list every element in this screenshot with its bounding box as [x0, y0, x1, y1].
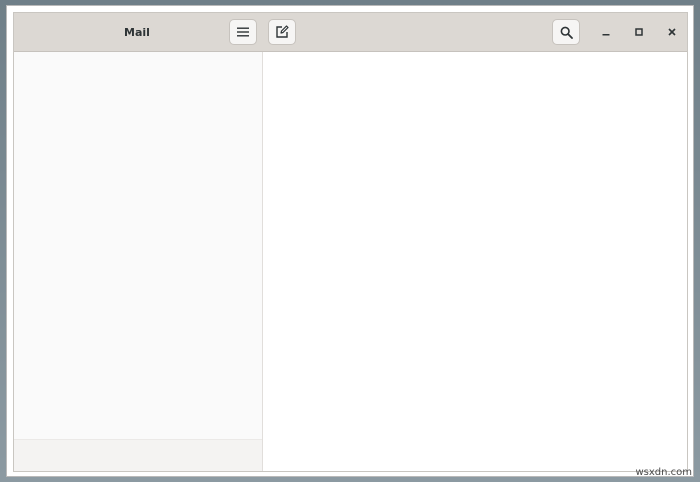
window-title: Mail: [124, 26, 150, 39]
search-button[interactable]: [552, 19, 580, 45]
folder-sidebar[interactable]: [14, 52, 263, 471]
hamburger-menu-icon: [236, 26, 250, 38]
sidebar-footer: [14, 439, 262, 471]
maximize-button[interactable]: [626, 19, 652, 45]
main-menu-button[interactable]: [229, 19, 257, 45]
headerbar: Mail: [14, 13, 687, 52]
close-icon: [667, 27, 677, 37]
compose-edit-icon: [275, 25, 289, 39]
close-button[interactable]: [659, 19, 685, 45]
minimize-button[interactable]: [593, 19, 619, 45]
compose-button[interactable]: [268, 19, 296, 45]
desktop-background: Mail wsxdn.com: [0, 0, 700, 482]
watermark-text: wsxdn.com: [635, 467, 692, 478]
maximize-icon: [634, 27, 644, 37]
mail-app-window: Mail: [13, 12, 688, 472]
search-icon: [560, 26, 573, 39]
conversation-list-pane[interactable]: [263, 52, 687, 471]
minimize-icon: [601, 27, 611, 37]
window-frame: Mail: [6, 5, 694, 477]
